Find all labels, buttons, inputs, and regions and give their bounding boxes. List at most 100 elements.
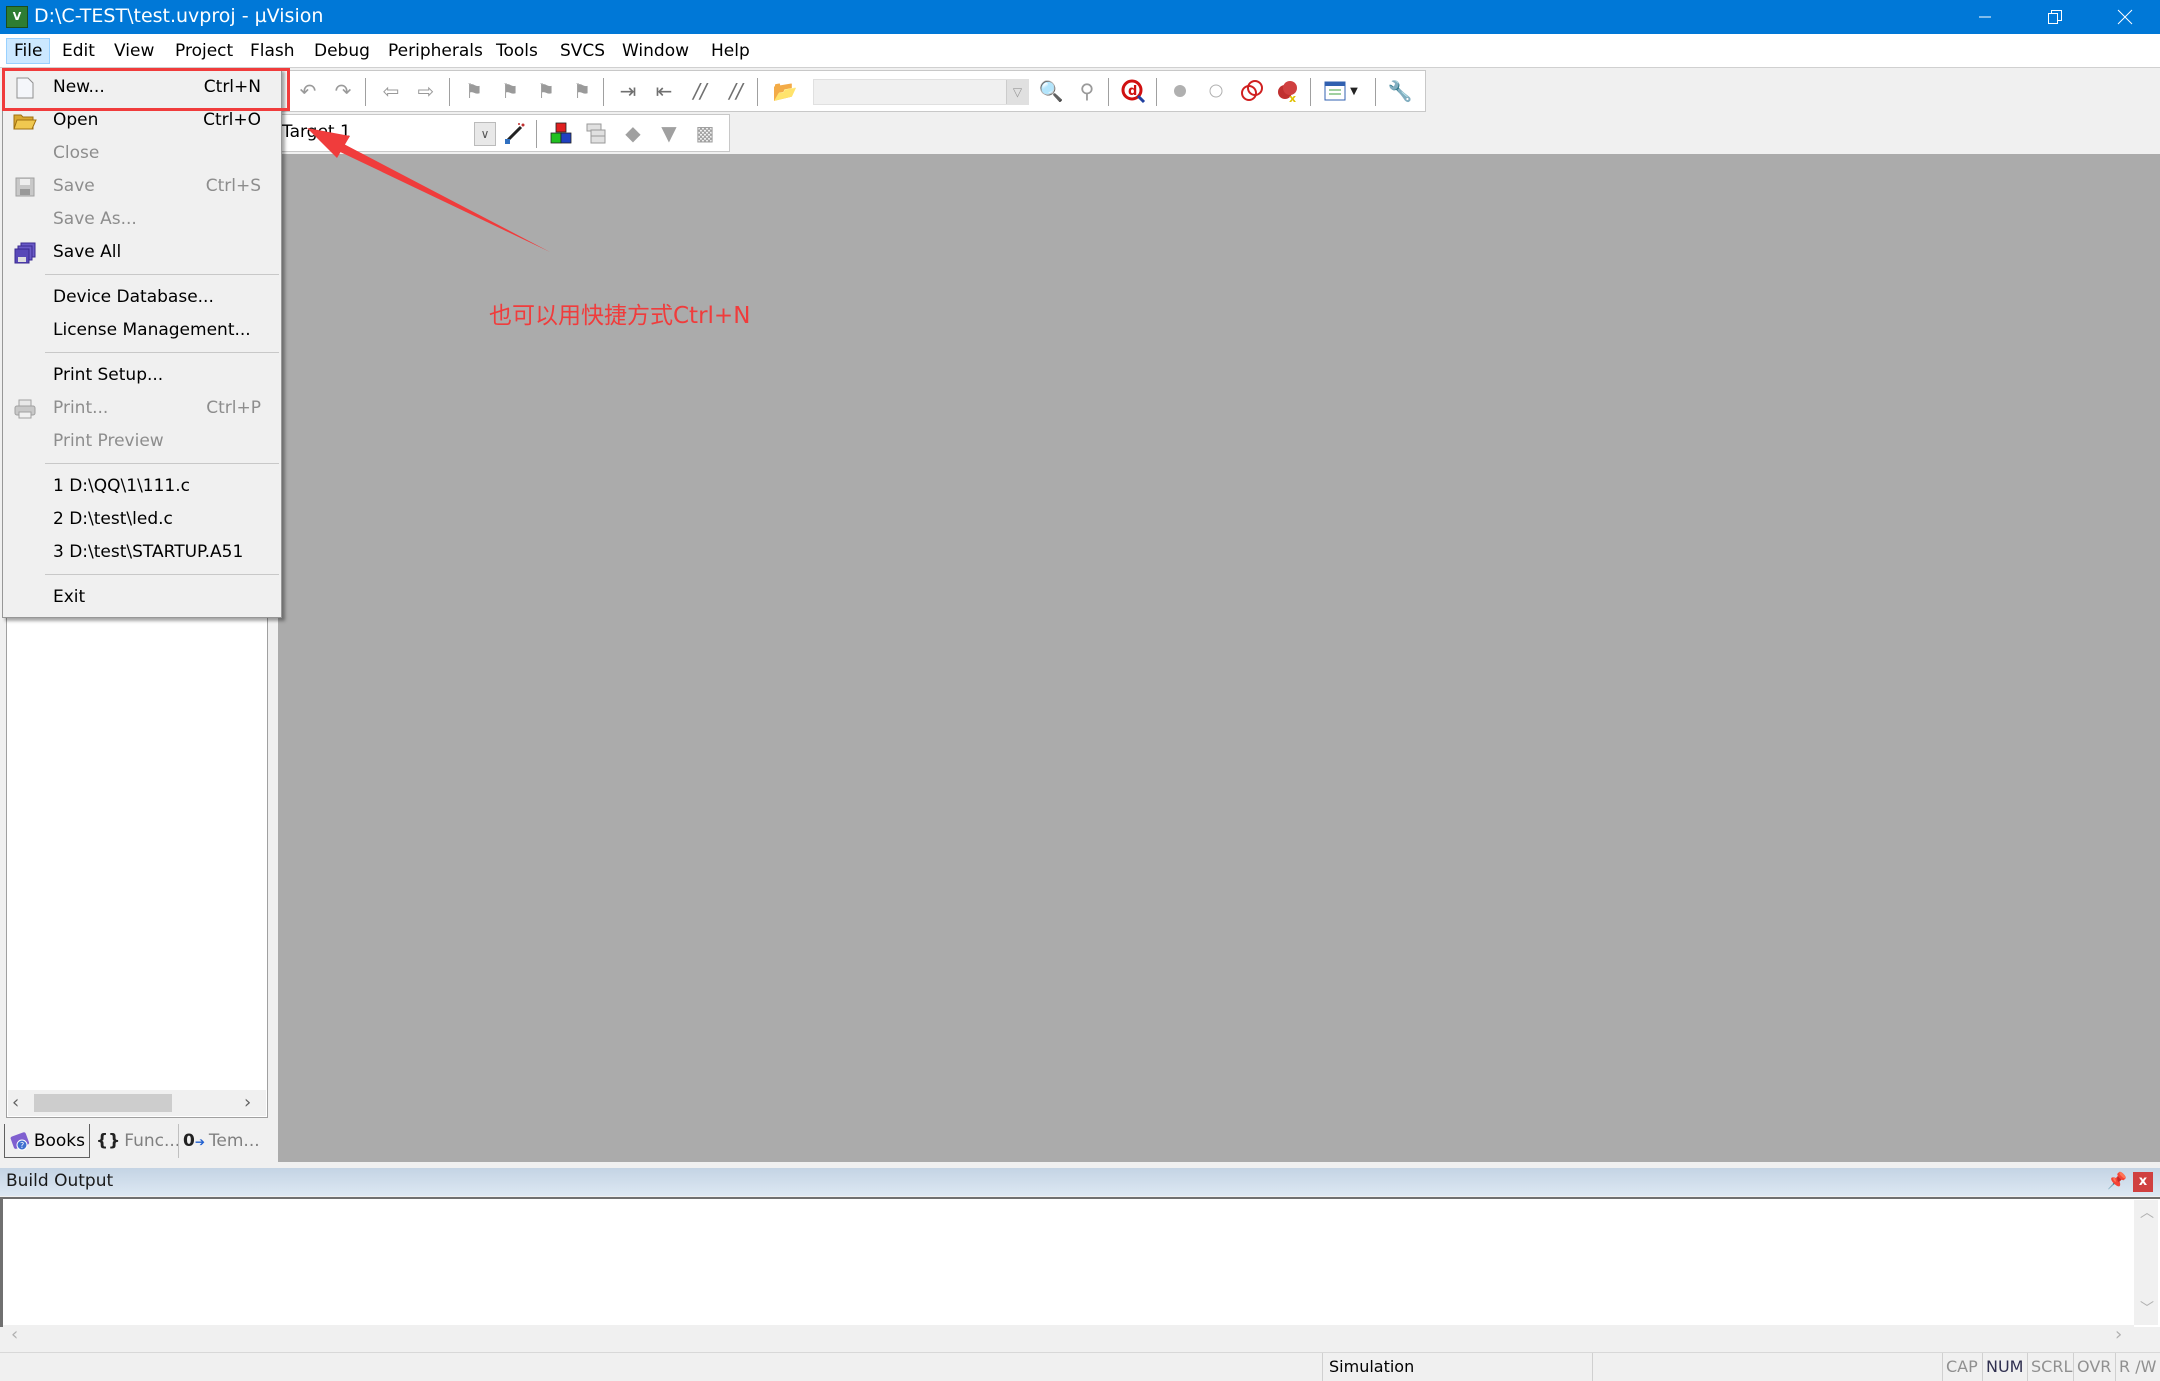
pack-installer-icon[interactable]: ◆ <box>620 120 646 146</box>
enable-breakpoint-icon[interactable] <box>1203 78 1229 104</box>
chevron-down-icon[interactable]: ﹀ <box>2140 1296 2154 1322</box>
menu-edit[interactable]: Edit <box>55 38 102 64</box>
chevron-left-icon[interactable]: ‹ <box>12 1090 19 1116</box>
comment-icon[interactable]: // <box>687 78 713 104</box>
menu-item-recent-file[interactable]: 1 D:\QQ\1\111.c <box>3 470 281 503</box>
bookmark-clear-icon[interactable]: ⚑ <box>569 78 595 104</box>
svg-text:d: d <box>1128 84 1137 99</box>
menu-separator <box>45 463 279 464</box>
debug-session-icon[interactable]: d <box>1120 78 1146 104</box>
menu-item-close[interactable]: Close <box>3 137 281 170</box>
chevron-left-icon[interactable]: ‹ <box>11 1322 18 1348</box>
menu-window[interactable]: Window <box>615 38 696 64</box>
annotation-highlight-box <box>2 68 290 111</box>
manage-packs-icon[interactable]: ▩ <box>692 120 718 146</box>
books-icon: ? <box>10 1131 30 1150</box>
svg-text:?: ? <box>20 1141 24 1150</box>
build-output-text[interactable] <box>0 1197 2160 1327</box>
toolbar-separator <box>603 78 604 106</box>
file-menu: New... Ctrl+N Open Ctrl+O Close Save Ctr… <box>2 68 282 618</box>
menu-project[interactable]: Project <box>168 38 240 64</box>
build-output-header: Build Output 📌 x <box>0 1168 2160 1196</box>
menu-item-license-management[interactable]: License Management... <box>3 314 281 347</box>
menu-item-save[interactable]: Save Ctrl+S <box>3 170 281 203</box>
find-combo[interactable]: ▽ <box>813 79 1029 105</box>
menu-svcs[interactable]: SVCS <box>553 38 612 64</box>
indent-icon[interactable]: ⇥ <box>615 78 641 104</box>
find-in-files-icon[interactable]: 📂 <box>772 78 798 104</box>
bookmark-previous-icon[interactable]: ⚑ <box>497 78 523 104</box>
status-bar: Simulation CAP NUM SCRL OVR R /W <box>0 1352 2160 1381</box>
navigate-back-icon[interactable]: ⇦ <box>378 78 404 104</box>
chevron-up-icon[interactable]: ︿ <box>2140 1200 2154 1226</box>
menu-item-print-setup[interactable]: Print Setup... <box>3 359 281 392</box>
close-button[interactable] <box>2090 0 2160 34</box>
menu-debug[interactable]: Debug <box>307 38 377 64</box>
print-icon <box>13 397 37 421</box>
disable-breakpoints-icon[interactable] <box>1239 78 1265 104</box>
minimize-button[interactable] <box>1950 0 2020 34</box>
menu-item-save-as[interactable]: Save As... <box>3 203 281 236</box>
chevron-down-icon[interactable]: ▽ <box>1006 80 1028 104</box>
toolbar-separator <box>1156 78 1157 106</box>
tab-books[interactable]: ? Books <box>4 1124 90 1158</box>
vertical-scrollbar[interactable]: ︿ ﹀ <box>2134 1200 2158 1325</box>
menu-help[interactable]: Help <box>704 38 757 64</box>
uncomment-icon[interactable]: // <box>723 78 749 104</box>
restore-button[interactable] <box>2020 0 2090 34</box>
file-extensions-icon[interactable] <box>584 120 610 146</box>
toolbar-separator <box>1375 78 1376 106</box>
title-bar: V D:\C-TEST\test.uvproj - µVision <box>0 0 2160 34</box>
navigate-forward-icon[interactable]: ⇨ <box>413 78 439 104</box>
menu-peripherals[interactable]: Peripherals <box>381 38 490 64</box>
chevron-down-icon[interactable]: ∨ <box>474 122 496 146</box>
undo-icon[interactable]: ↶ <box>295 78 321 104</box>
window-layout-icon[interactable] <box>1322 78 1348 104</box>
menu-item-recent-file[interactable]: 3 D:\test\STARTUP.A51 <box>3 536 281 569</box>
overwrite-indicator: OVR <box>2073 1353 2111 1381</box>
manage-components-icon[interactable] <box>548 120 574 146</box>
uvision-icon: V <box>6 6 28 28</box>
configure-icon[interactable]: 🔧 <box>1387 78 1413 104</box>
find-icon[interactable]: 🔍 <box>1038 78 1064 104</box>
menu-item-recent-file[interactable]: 2 D:\test\led.c <box>3 503 281 536</box>
insert-breakpoint-icon[interactable] <box>1167 78 1193 104</box>
menu-item-print-preview[interactable]: Print Preview <box>3 425 281 458</box>
toolbar-separator <box>1310 78 1311 106</box>
kill-breakpoints-icon[interactable]: x <box>1275 78 1301 104</box>
menu-separator <box>45 574 279 575</box>
menu-item-device-database[interactable]: Device Database... <box>3 281 281 314</box>
chevron-right-icon[interactable]: › <box>2115 1322 2122 1348</box>
close-icon[interactable]: x <box>2133 1172 2153 1192</box>
toolbar-separator <box>757 78 758 106</box>
menu-view[interactable]: View <box>107 38 161 64</box>
toolbar-separator <box>365 78 366 106</box>
menu-item-save-all[interactable]: Save All <box>3 236 281 269</box>
menu-item-exit[interactable]: Exit <box>3 581 281 614</box>
file-toolbar: ↶ ↷ ⇦ ⇨ ⚑ ⚑ ⚑ ⚑ ⇥ ⇤ // // 📂 ▽ 🔍 ⚲ d x ▼ … <box>278 70 1426 112</box>
bookmark-insert-icon[interactable]: ⚑ <box>461 78 487 104</box>
pin-icon[interactable]: 📌 <box>2107 1171 2127 1190</box>
dropdown-arrow-icon[interactable]: ▼ <box>1347 78 1361 104</box>
menu-file[interactable]: File <box>6 38 51 64</box>
caps-indicator: CAP <box>1942 1353 1978 1381</box>
chevron-right-icon[interactable]: › <box>244 1090 251 1116</box>
incremental-find-icon[interactable]: ⚲ <box>1074 78 1100 104</box>
bookmark-next-icon[interactable]: ⚑ <box>533 78 559 104</box>
target-select[interactable]: Target 1 <box>282 122 351 142</box>
menu-flash[interactable]: Flash <box>243 38 302 64</box>
menu-item-print[interactable]: Print... Ctrl+P <box>3 392 281 425</box>
menu-tools[interactable]: Tools <box>489 38 545 64</box>
tab-functions[interactable]: {} Func... <box>92 1124 180 1158</box>
tab-templates[interactable]: 0➔ Tem... <box>178 1124 262 1158</box>
horizontal-scrollbar[interactable]: ‹ › <box>8 1090 266 1116</box>
horizontal-scrollbar[interactable]: ‹ › <box>3 1322 2134 1348</box>
annotation-text: 也可以用快捷方式Ctrl+N <box>489 303 751 329</box>
select-packs-icon[interactable]: ▼ <box>656 120 682 146</box>
unindent-icon[interactable]: ⇤ <box>651 78 677 104</box>
target-options-wizard-icon[interactable] <box>502 120 528 146</box>
panel-tabs: ? Books {} Func... 0➔ Tem... <box>4 1124 272 1160</box>
redo-icon[interactable]: ↷ <box>330 78 356 104</box>
build-output-title: Build Output <box>6 1171 114 1191</box>
scroll-thumb[interactable] <box>34 1094 172 1112</box>
